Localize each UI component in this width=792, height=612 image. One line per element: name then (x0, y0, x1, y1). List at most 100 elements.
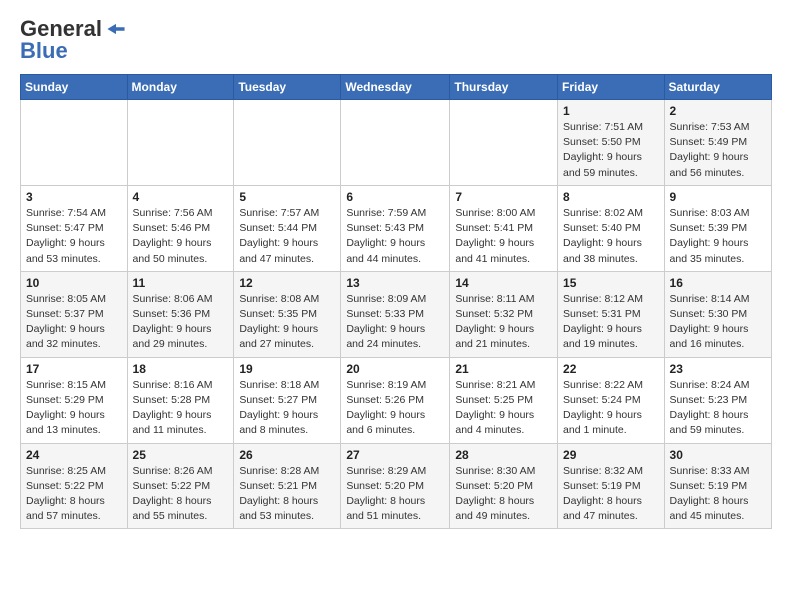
day-info: Sunrise: 7:53 AM Sunset: 5:49 PM Dayligh… (670, 120, 766, 181)
day-info: Sunrise: 7:56 AM Sunset: 5:46 PM Dayligh… (133, 206, 229, 267)
day-cell: 10Sunrise: 8:05 AM Sunset: 5:37 PM Dayli… (21, 271, 128, 357)
day-info: Sunrise: 8:06 AM Sunset: 5:36 PM Dayligh… (133, 292, 229, 353)
day-number: 10 (26, 276, 122, 290)
weekday-header-friday: Friday (558, 75, 665, 100)
day-info: Sunrise: 8:15 AM Sunset: 5:29 PM Dayligh… (26, 378, 122, 439)
logo-blue: Blue (20, 38, 68, 64)
weekday-header-monday: Monday (127, 75, 234, 100)
day-cell: 4 Sunrise: 7:56 AM Sunset: 5:46 PM Daylig… (127, 185, 234, 271)
day-info: Sunrise: 8:18 AM Sunset: 5:27 PM Dayligh… (239, 378, 335, 439)
day-cell: 3 Sunrise: 7:54 AM Sunset: 5:47 PM Daylig… (21, 185, 128, 271)
day-cell (234, 100, 341, 186)
day-cell: 16Sunrise: 8:14 AM Sunset: 5:30 PM Dayli… (664, 271, 771, 357)
day-cell (21, 100, 128, 186)
day-info: Sunrise: 8:32 AM Sunset: 5:19 PM Dayligh… (563, 464, 659, 525)
day-info: Sunrise: 8:30 AM Sunset: 5:20 PM Dayligh… (455, 464, 552, 525)
week-row-3: 10Sunrise: 8:05 AM Sunset: 5:37 PM Dayli… (21, 271, 772, 357)
day-cell: 30 Sunrise: 8:33 AM Sunset: 5:19 PM Dayli… (664, 443, 771, 529)
day-info: Sunrise: 8:03 AM Sunset: 5:39 PM Dayligh… (670, 206, 766, 267)
day-number: 15 (563, 276, 659, 290)
weekday-header-row: SundayMondayTuesdayWednesdayThursdayFrid… (21, 75, 772, 100)
week-row-1: 1Sunrise: 7:51 AM Sunset: 5:50 PM Daylig… (21, 100, 772, 186)
day-info: Sunrise: 8:28 AM Sunset: 5:21 PM Dayligh… (239, 464, 335, 525)
day-number: 22 (563, 362, 659, 376)
day-info: Sunrise: 8:16 AM Sunset: 5:28 PM Dayligh… (133, 378, 229, 439)
day-info: Sunrise: 7:54 AM Sunset: 5:47 PM Dayligh… (26, 206, 122, 267)
day-info: Sunrise: 8:19 AM Sunset: 5:26 PM Dayligh… (346, 378, 444, 439)
week-row-5: 24 Sunrise: 8:25 AM Sunset: 5:22 PM Dayli… (21, 443, 772, 529)
day-info: Sunrise: 8:12 AM Sunset: 5:31 PM Dayligh… (563, 292, 659, 353)
logo: General Blue (20, 16, 128, 64)
logo-arrow-icon (104, 22, 128, 36)
day-cell: 14 Sunrise: 8:11 AM Sunset: 5:32 PM Dayli… (450, 271, 558, 357)
day-cell: 22 Sunrise: 8:22 AM Sunset: 5:24 PM Dayli… (558, 357, 665, 443)
day-info: Sunrise: 8:29 AM Sunset: 5:20 PM Dayligh… (346, 464, 444, 525)
day-cell: 2Sunrise: 7:53 AM Sunset: 5:49 PM Daylig… (664, 100, 771, 186)
day-cell (450, 100, 558, 186)
day-number: 20 (346, 362, 444, 376)
day-cell: 28 Sunrise: 8:30 AM Sunset: 5:20 PM Dayli… (450, 443, 558, 529)
day-info: Sunrise: 8:02 AM Sunset: 5:40 PM Dayligh… (563, 206, 659, 267)
day-number: 13 (346, 276, 444, 290)
day-info: Sunrise: 8:11 AM Sunset: 5:32 PM Dayligh… (455, 292, 552, 353)
week-row-2: 3 Sunrise: 7:54 AM Sunset: 5:47 PM Daylig… (21, 185, 772, 271)
day-cell: 29 Sunrise: 8:32 AM Sunset: 5:19 PM Dayli… (558, 443, 665, 529)
day-cell: 18 Sunrise: 8:16 AM Sunset: 5:28 PM Dayli… (127, 357, 234, 443)
day-info: Sunrise: 8:24 AM Sunset: 5:23 PM Dayligh… (670, 378, 766, 439)
day-number: 25 (133, 448, 229, 462)
day-info: Sunrise: 8:25 AM Sunset: 5:22 PM Dayligh… (26, 464, 122, 525)
day-cell: 25Sunrise: 8:26 AM Sunset: 5:22 PM Dayli… (127, 443, 234, 529)
day-cell: 15 Sunrise: 8:12 AM Sunset: 5:31 PM Dayli… (558, 271, 665, 357)
day-number: 14 (455, 276, 552, 290)
day-number: 7 (455, 190, 552, 204)
day-number: 24 (26, 448, 122, 462)
day-number: 26 (239, 448, 335, 462)
day-number: 3 (26, 190, 122, 204)
weekday-header-sunday: Sunday (21, 75, 128, 100)
day-cell: 8 Sunrise: 8:02 AM Sunset: 5:40 PM Daylig… (558, 185, 665, 271)
day-number: 21 (455, 362, 552, 376)
day-cell: 26 Sunrise: 8:28 AM Sunset: 5:21 PM Dayli… (234, 443, 341, 529)
day-cell: 11 Sunrise: 8:06 AM Sunset: 5:36 PM Dayli… (127, 271, 234, 357)
day-number: 27 (346, 448, 444, 462)
day-info: Sunrise: 7:51 AM Sunset: 5:50 PM Dayligh… (563, 120, 659, 181)
calendar: SundayMondayTuesdayWednesdayThursdayFrid… (20, 74, 772, 529)
day-info: Sunrise: 8:21 AM Sunset: 5:25 PM Dayligh… (455, 378, 552, 439)
day-number: 18 (133, 362, 229, 376)
day-cell: 13 Sunrise: 8:09 AM Sunset: 5:33 PM Dayli… (341, 271, 450, 357)
day-cell: 6Sunrise: 7:59 AM Sunset: 5:43 PM Daylig… (341, 185, 450, 271)
day-number: 29 (563, 448, 659, 462)
day-number: 9 (670, 190, 766, 204)
day-number: 8 (563, 190, 659, 204)
day-cell: 17 Sunrise: 8:15 AM Sunset: 5:29 PM Dayli… (21, 357, 128, 443)
day-cell: 24 Sunrise: 8:25 AM Sunset: 5:22 PM Dayli… (21, 443, 128, 529)
day-number: 12 (239, 276, 335, 290)
day-cell: 12 Sunrise: 8:08 AM Sunset: 5:35 PM Dayli… (234, 271, 341, 357)
weekday-header-saturday: Saturday (664, 75, 771, 100)
day-number: 11 (133, 276, 229, 290)
day-info: Sunrise: 8:22 AM Sunset: 5:24 PM Dayligh… (563, 378, 659, 439)
day-number: 30 (670, 448, 766, 462)
day-info: Sunrise: 8:00 AM Sunset: 5:41 PM Dayligh… (455, 206, 552, 267)
day-cell (341, 100, 450, 186)
header: General Blue (20, 16, 772, 64)
day-cell: 5 Sunrise: 7:57 AM Sunset: 5:44 PM Daylig… (234, 185, 341, 271)
day-number: 23 (670, 362, 766, 376)
day-number: 17 (26, 362, 122, 376)
day-cell: 19 Sunrise: 8:18 AM Sunset: 5:27 PM Dayli… (234, 357, 341, 443)
day-number: 28 (455, 448, 552, 462)
day-info: Sunrise: 8:09 AM Sunset: 5:33 PM Dayligh… (346, 292, 444, 353)
day-number: 19 (239, 362, 335, 376)
day-number: 4 (133, 190, 229, 204)
day-number: 6 (346, 190, 444, 204)
day-cell (127, 100, 234, 186)
weekday-header-tuesday: Tuesday (234, 75, 341, 100)
day-info: Sunrise: 8:08 AM Sunset: 5:35 PM Dayligh… (239, 292, 335, 353)
day-number: 5 (239, 190, 335, 204)
day-cell: 1Sunrise: 7:51 AM Sunset: 5:50 PM Daylig… (558, 100, 665, 186)
weekday-header-wednesday: Wednesday (341, 75, 450, 100)
day-cell: 21 Sunrise: 8:21 AM Sunset: 5:25 PM Dayli… (450, 357, 558, 443)
weekday-header-thursday: Thursday (450, 75, 558, 100)
day-info: Sunrise: 8:33 AM Sunset: 5:19 PM Dayligh… (670, 464, 766, 525)
day-info: Sunrise: 7:57 AM Sunset: 5:44 PM Dayligh… (239, 206, 335, 267)
